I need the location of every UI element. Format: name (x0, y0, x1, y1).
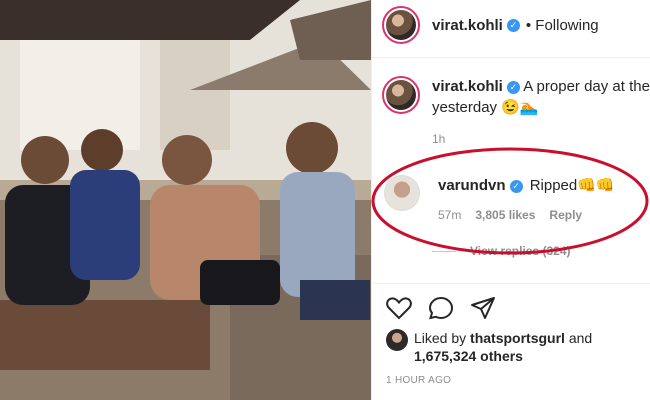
verified-icon: ✓ (506, 80, 520, 94)
liked-by-row: Liked by thatsportsgurl and 1,675,324 ot… (386, 329, 592, 365)
liked-by-and: and (568, 330, 593, 346)
caption-avatar[interactable] (382, 76, 420, 114)
liked-by-count[interactable]: 1,675,324 others (414, 348, 523, 364)
share-icon[interactable] (470, 296, 496, 320)
post-header: virat.kohli ✓ • Following (382, 6, 599, 44)
caption-text-line2: yesterday 😉🏊 (432, 99, 539, 116)
caption-text: A proper day at the (523, 78, 650, 95)
header-divider (372, 57, 650, 58)
caption-row: virat.kohli ✓ A proper day at the yesterd… (382, 76, 650, 146)
caption-username[interactable]: virat.kohli (432, 78, 503, 95)
action-bar (386, 296, 496, 320)
verified-icon: ✓ (506, 18, 520, 32)
post-photo-illustration (0, 0, 371, 400)
header-username[interactable]: virat.kohli (432, 17, 503, 34)
post-timestamp: 1 HOUR AGO (386, 375, 452, 386)
caption-time: 1h (432, 132, 446, 146)
comment-icon[interactable] (428, 296, 454, 320)
actions-divider (372, 283, 650, 284)
liked-by-avatar[interactable] (386, 329, 408, 351)
post-photo[interactable] (0, 0, 371, 400)
heart-icon[interactable] (386, 296, 412, 320)
liked-by-prefix: Liked by (414, 330, 467, 346)
liked-by-user[interactable]: thatsportsgurl (470, 330, 565, 346)
avatar[interactable] (382, 6, 420, 44)
follow-status[interactable]: • Following (526, 17, 599, 34)
post-side-panel: virat.kohli ✓ • Following virat.kohli ✓ A… (371, 0, 650, 400)
highlight-ellipse (371, 147, 649, 255)
